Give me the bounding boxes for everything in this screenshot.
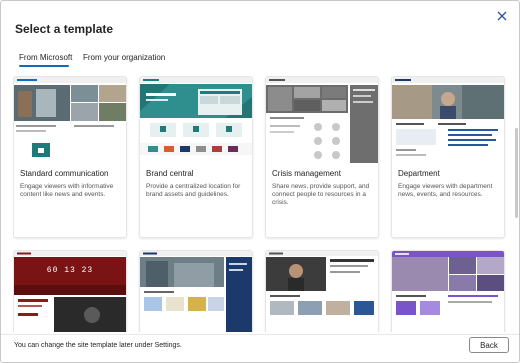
tab-label: From Microsoft bbox=[19, 53, 73, 62]
template-thumbnail bbox=[392, 251, 504, 332]
template-description: Engage viewers with informative content … bbox=[20, 183, 114, 198]
template-dialog: Select a template From Microsoft From yo… bbox=[0, 0, 520, 363]
template-description: Engage viewers with department news, eve… bbox=[398, 183, 493, 198]
template-card-leadership[interactable] bbox=[265, 250, 379, 332]
template-description: Provide a centralized location for brand… bbox=[146, 183, 241, 198]
template-card-team[interactable] bbox=[391, 250, 505, 332]
countdown-text: 60 13 23 bbox=[46, 266, 94, 275]
template-description: Share news, provide support, and connect… bbox=[272, 183, 370, 206]
template-thumbnail bbox=[266, 251, 378, 332]
tab-from-microsoft[interactable]: From Microsoft bbox=[19, 53, 73, 67]
tab-label: From your organization bbox=[83, 53, 166, 62]
footer-note: You can change the site template later u… bbox=[14, 342, 182, 349]
dialog-title: Select a template bbox=[15, 22, 114, 36]
template-thumbnail bbox=[140, 251, 252, 332]
scrollbar-thumb[interactable] bbox=[515, 128, 518, 218]
template-thumbnail bbox=[14, 251, 126, 332]
template-thumbnail bbox=[14, 77, 126, 163]
template-card-learning[interactable] bbox=[139, 250, 253, 332]
template-thumbnail bbox=[392, 77, 504, 163]
template-title: Crisis management bbox=[272, 169, 341, 178]
close-icon[interactable] bbox=[495, 9, 509, 23]
template-grid: Standard communication Engage viewers wi… bbox=[13, 76, 509, 332]
template-title: Standard communication bbox=[20, 169, 109, 178]
active-tab-indicator bbox=[19, 65, 69, 67]
template-title: Brand central bbox=[146, 169, 194, 178]
template-title: Department bbox=[398, 169, 440, 178]
template-card-standard-communication[interactable]: Standard communication Engage viewers wi… bbox=[13, 76, 127, 238]
footer-divider bbox=[1, 334, 519, 335]
scrollbar[interactable] bbox=[514, 76, 518, 334]
back-button[interactable]: Back bbox=[469, 337, 509, 353]
tab-from-organization[interactable]: From your organization bbox=[83, 53, 165, 62]
template-card-brand-central[interactable]: Brand central Provide a centralized loca… bbox=[139, 76, 253, 238]
template-thumbnail bbox=[140, 77, 252, 163]
template-thumbnail bbox=[266, 77, 378, 163]
template-card-department[interactable]: Department Engage viewers with departmen… bbox=[391, 76, 505, 238]
template-card-event[interactable]: 60 13 23 bbox=[13, 250, 127, 332]
template-card-crisis-management[interactable]: Crisis management Share news, provide su… bbox=[265, 76, 379, 238]
